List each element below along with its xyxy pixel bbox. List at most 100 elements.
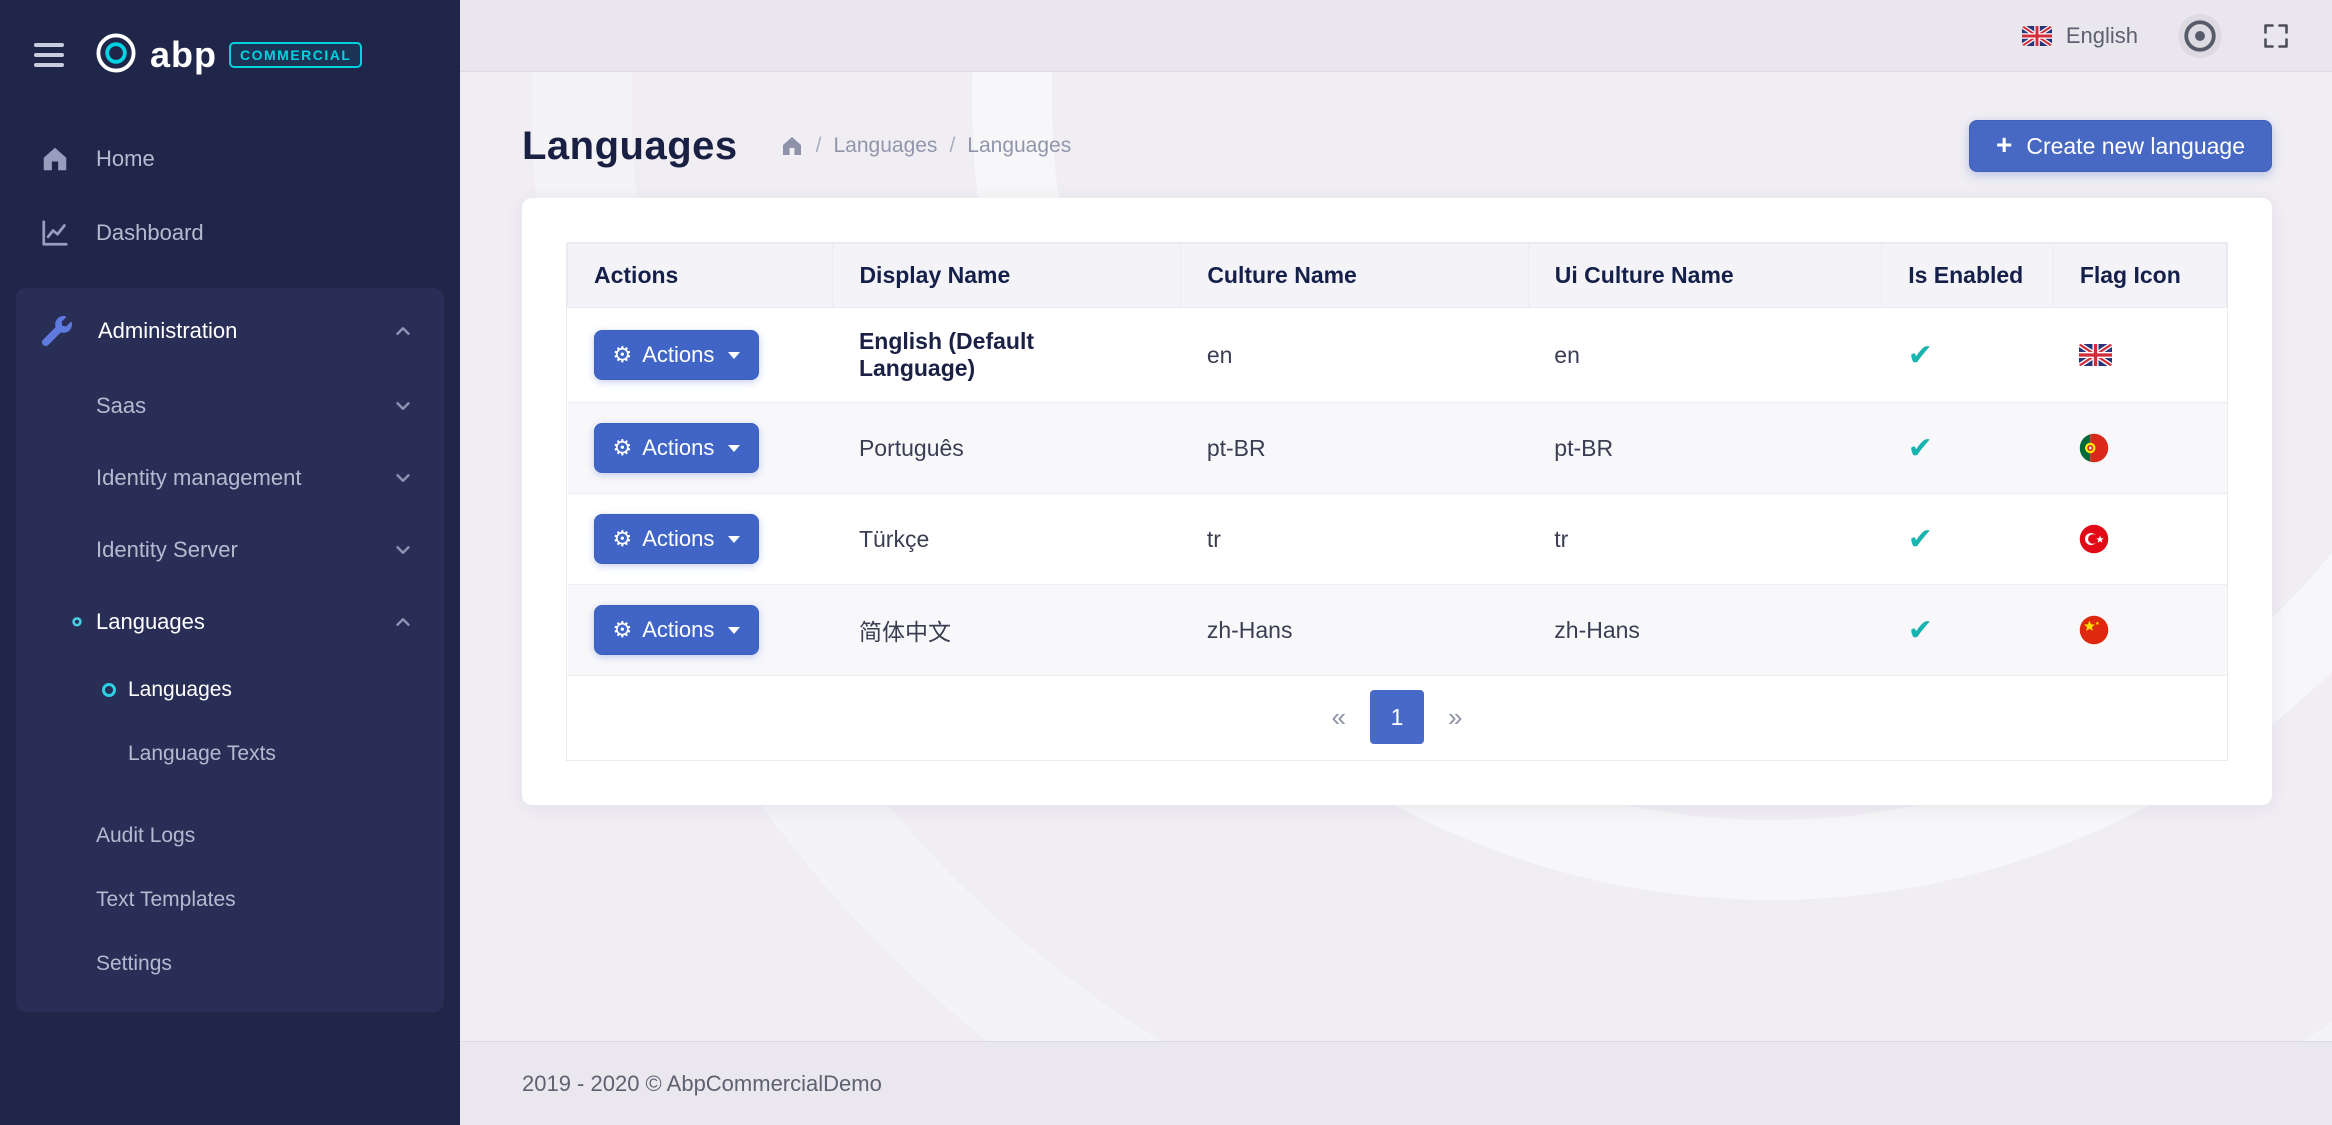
sidebar-item-settings[interactable]: Settings — [16, 932, 444, 996]
breadcrumb: / Languages / Languages — [780, 134, 1072, 158]
chevron-up-icon — [392, 611, 414, 633]
ui-culture-name-cell: zh-Hans — [1528, 585, 1881, 676]
sidebar-item-language-texts[interactable]: Language Texts — [16, 722, 444, 786]
current-language-label: English — [2066, 23, 2138, 49]
sidebar-item-identity-management[interactable]: Identity management — [16, 442, 444, 514]
sidebar-item-languages-child[interactable]: Languages — [16, 658, 444, 722]
sidebar-item-dashboard[interactable]: Dashboard — [0, 196, 460, 270]
display-name-cell: English (Default Language) — [833, 308, 1181, 403]
sidebar-item-label: Languages — [128, 678, 232, 702]
column-header-actions: Actions — [568, 244, 833, 308]
chevron-up-icon — [392, 320, 414, 342]
table-row-portuguese: ⚙Actions Português pt-BR pt-BR ✔ — [568, 403, 2227, 494]
home-icon[interactable] — [780, 134, 804, 158]
check-icon: ✔ — [1908, 339, 1933, 372]
sidebar-item-label: Text Templates — [96, 888, 236, 912]
culture-name-cell: tr — [1181, 494, 1528, 585]
app-window: abp COMMERCIAL Home Dashboard Administra… — [0, 0, 2332, 1125]
column-header-is-enabled: Is Enabled — [1882, 244, 2054, 308]
user-avatar[interactable] — [2178, 14, 2222, 58]
check-icon: ✔ — [1908, 614, 1933, 647]
sidebar-item-label: Administration — [98, 318, 237, 344]
sidebar-item-home[interactable]: Home — [0, 122, 460, 196]
dot-icon — [68, 613, 86, 631]
page-footer: 2019 - 2020 © AbpCommercialDemo — [460, 1041, 2332, 1125]
sidebar-item-label: Identity Server — [96, 537, 238, 563]
plus-icon: + — [1996, 131, 2012, 159]
sidebar-item-label: Identity management — [96, 465, 301, 491]
sidebar-item-label: Saas — [96, 393, 146, 419]
sidebar-item-audit-logs[interactable]: Audit Logs — [16, 804, 444, 868]
actions-button-label: Actions — [642, 435, 714, 461]
culture-name-cell: zh-Hans — [1181, 585, 1528, 676]
cn-flag-icon — [2079, 615, 2109, 645]
bullet-icon — [102, 683, 116, 697]
ui-culture-name-cell: tr — [1528, 494, 1881, 585]
page-header: Languages / Languages / Languages + Crea… — [522, 120, 2272, 172]
table-row-turkish: ⚙ Actions Türkçe tr tr ✔ — [568, 494, 2227, 585]
sidebar-item-saas[interactable]: Saas — [16, 370, 444, 442]
create-new-language-button[interactable]: + Create new language — [1969, 120, 2272, 172]
sidebar-item-text-templates[interactable]: Text Templates — [16, 868, 444, 932]
topbar: English — [460, 0, 2332, 72]
pagination-page-1[interactable]: 1 — [1370, 690, 1424, 744]
breadcrumb-separator: / — [949, 134, 955, 158]
row-actions-button[interactable]: ⚙ Actions — [594, 423, 760, 473]
check-icon: ✔ — [1908, 432, 1933, 465]
row-actions-button[interactable]: ⚙ Actions — [594, 330, 760, 380]
column-header-display-name: Display Name — [833, 244, 1181, 308]
sidebar: abp COMMERCIAL Home Dashboard Administra… — [0, 0, 460, 1125]
gb-flag-icon — [2079, 344, 2112, 366]
language-picker[interactable]: English — [2022, 23, 2138, 49]
sidebar-item-administration[interactable]: Administration — [16, 292, 444, 370]
languages-table-container: Actions Display Name Culture Name Ui Cul… — [566, 242, 2228, 761]
column-header-culture-name: Culture Name — [1181, 244, 1528, 308]
page-title: Languages — [522, 124, 738, 169]
sidebar-item-label: Settings — [96, 952, 172, 976]
main-area: English Languages / Languages / Language… — [460, 0, 2332, 1125]
sidebar-item-identity-server[interactable]: Identity Server — [16, 514, 444, 586]
ui-culture-name-cell: en — [1528, 308, 1881, 403]
actions-button-label: Actions — [642, 526, 714, 552]
gear-icon: ⚙ — [613, 528, 633, 550]
table-header-row: Actions Display Name Culture Name Ui Cul… — [568, 244, 2227, 308]
display-name-cell: 简体中文 — [833, 585, 1181, 676]
menu-toggle-icon[interactable] — [34, 43, 64, 67]
caret-down-icon — [728, 445, 740, 452]
fullscreen-icon[interactable] — [2262, 22, 2290, 50]
page-content: Languages / Languages / Languages + Crea… — [460, 72, 2332, 1041]
gear-icon: ⚙ — [613, 619, 633, 641]
languages-table: Actions Display Name Culture Name Ui Cul… — [567, 243, 2227, 675]
breadcrumb-item[interactable]: Languages — [967, 134, 1071, 158]
caret-down-icon — [728, 627, 740, 634]
chevron-down-icon — [392, 467, 414, 489]
pagination-prev[interactable]: « — [1312, 702, 1366, 733]
brand-badge: COMMERCIAL — [229, 42, 362, 68]
gb-flag-icon — [2022, 26, 2052, 46]
chevron-down-icon — [392, 539, 414, 561]
sidebar-item-languages[interactable]: Languages — [16, 586, 444, 658]
gear-icon: ⚙ — [613, 344, 633, 366]
display-name-cell: Português — [833, 403, 1181, 494]
check-icon: ✔ — [1908, 523, 1933, 556]
gear-icon: ⚙ — [613, 437, 633, 459]
actions-button-label: Actions — [642, 342, 714, 368]
column-header-flag-icon: Flag Icon — [2053, 244, 2226, 308]
pagination-next[interactable]: » — [1428, 702, 1482, 733]
sidebar-item-label: Audit Logs — [96, 824, 195, 848]
row-actions-button[interactable]: ⚙ Actions — [594, 605, 760, 655]
pagination: « 1 » — [567, 675, 2227, 760]
abp-logo-icon — [94, 31, 138, 80]
breadcrumb-separator: / — [816, 134, 822, 158]
brand-logo[interactable]: abp COMMERCIAL — [94, 31, 362, 80]
sidebar-administration-group: Administration Saas Identity management … — [16, 288, 444, 1012]
row-actions-button[interactable]: ⚙ Actions — [594, 514, 760, 564]
languages-card: Actions Display Name Culture Name Ui Cul… — [522, 198, 2272, 805]
display-name-cell: Türkçe — [833, 494, 1181, 585]
sidebar-item-label: Dashboard — [96, 220, 204, 246]
tr-flag-icon — [2079, 524, 2109, 554]
table-row-chinese: ⚙ Actions 简体中文 zh-Hans zh-Hans ✔ — [568, 585, 2227, 676]
breadcrumb-item[interactable]: Languages — [834, 134, 938, 158]
actions-button-label: Actions — [642, 617, 714, 643]
sidebar-item-label: Languages — [96, 609, 205, 635]
